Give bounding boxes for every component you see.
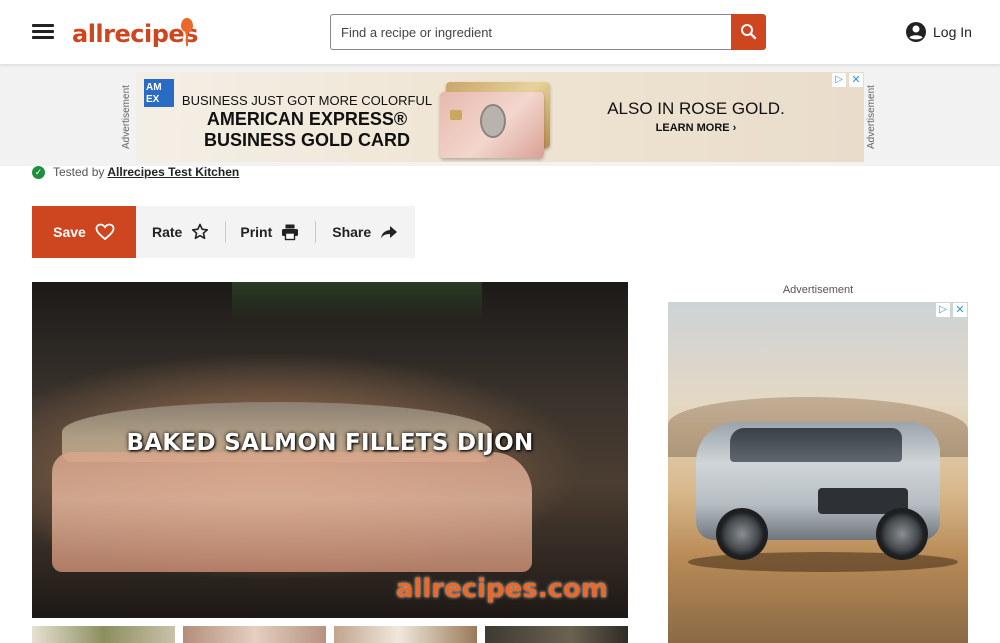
video-herbs xyxy=(232,282,482,322)
verified-check-icon: ✓ xyxy=(32,165,45,179)
ad-headline-small: BUSINESS JUST GOT MORE COLORFUL xyxy=(181,93,433,108)
divider xyxy=(315,221,317,243)
login-button[interactable]: Log In xyxy=(905,20,972,44)
gallery-thumbnail[interactable] xyxy=(334,626,477,643)
video-salmon-fillet xyxy=(52,452,532,572)
tested-by-line: ✓ Tested by Allrecipes Test Kitchen xyxy=(32,164,239,180)
star-icon xyxy=(192,223,209,240)
ad-car-wheel xyxy=(716,508,768,560)
save-button[interactable]: Save xyxy=(32,206,136,258)
ad-cta-text: ALSO IN ROSE GOLD. xyxy=(607,99,785,118)
gallery-thumbnail[interactable] xyxy=(485,626,628,643)
search-button[interactable] xyxy=(731,14,766,50)
gallery-thumbnail[interactable] xyxy=(32,626,175,643)
search-icon xyxy=(741,24,757,40)
rose-gold-card-image xyxy=(440,92,544,158)
video-watermark: allrecipes.com xyxy=(395,574,608,604)
ad-label-right: Advertisement xyxy=(866,85,877,149)
ad-headline-large: AMERICAN EXPRESS® BUSINESS GOLD CARD xyxy=(203,109,410,150)
test-kitchen-link[interactable]: Allrecipes Test Kitchen xyxy=(107,165,239,179)
login-label: Log In xyxy=(933,24,972,40)
recipe-video-player[interactable]: BAKED SALMON FILLETS DIJON allrecipes.co… xyxy=(32,282,628,618)
recipe-action-bar: Save Rate Print Share xyxy=(32,206,415,258)
site-header: allrecipes Log In xyxy=(0,0,1000,64)
ad-choices-icon[interactable]: ▷ xyxy=(832,73,846,87)
heart-icon xyxy=(95,223,115,241)
ad-car-window xyxy=(730,428,902,462)
right-ad-label: Advertisement xyxy=(782,284,854,296)
sidebar-car-ad[interactable]: ▷ ✕ xyxy=(668,302,968,643)
top-banner-ad[interactable]: AM EX BUSINESS JUST GOT MORE COLORFUL AM… xyxy=(136,72,864,162)
share-label: Share xyxy=(332,224,372,240)
card-chip-icon xyxy=(450,110,462,120)
ad-choices-icon[interactable]: ▷ xyxy=(936,303,950,317)
amex-logo: AM EX xyxy=(144,79,174,107)
search-field[interactable] xyxy=(330,14,731,50)
tested-prefix: Tested by xyxy=(53,165,105,179)
user-avatar-icon xyxy=(906,22,926,42)
ad-close-icon[interactable]: ✕ xyxy=(849,73,863,87)
menu-icon[interactable] xyxy=(31,22,55,42)
ad-car-wheel xyxy=(876,508,928,560)
rate-label: Rate xyxy=(152,224,183,240)
share-arrow-icon xyxy=(381,226,398,239)
divider xyxy=(225,221,227,243)
site-logo[interactable]: allrecipes xyxy=(72,14,202,52)
save-label: Save xyxy=(53,224,86,240)
card-centurion-icon xyxy=(480,104,506,138)
ad-label-left: Advertisement xyxy=(121,85,132,149)
ad-close-icon[interactable]: ✕ xyxy=(953,303,967,317)
share-button[interactable]: Share xyxy=(332,223,398,241)
video-title: BAKED SALMON FILLETS DIJON xyxy=(126,430,534,456)
printer-icon xyxy=(282,224,299,241)
ad-learn-more-link[interactable]: LEARN MORE › xyxy=(606,122,786,134)
print-button[interactable]: Print xyxy=(240,223,299,241)
logo-spoon-icon xyxy=(181,18,193,46)
rate-button[interactable]: Rate xyxy=(152,223,209,241)
print-label: Print xyxy=(240,224,273,240)
search-input[interactable] xyxy=(331,15,731,49)
gallery-thumbnail[interactable] xyxy=(183,626,326,643)
